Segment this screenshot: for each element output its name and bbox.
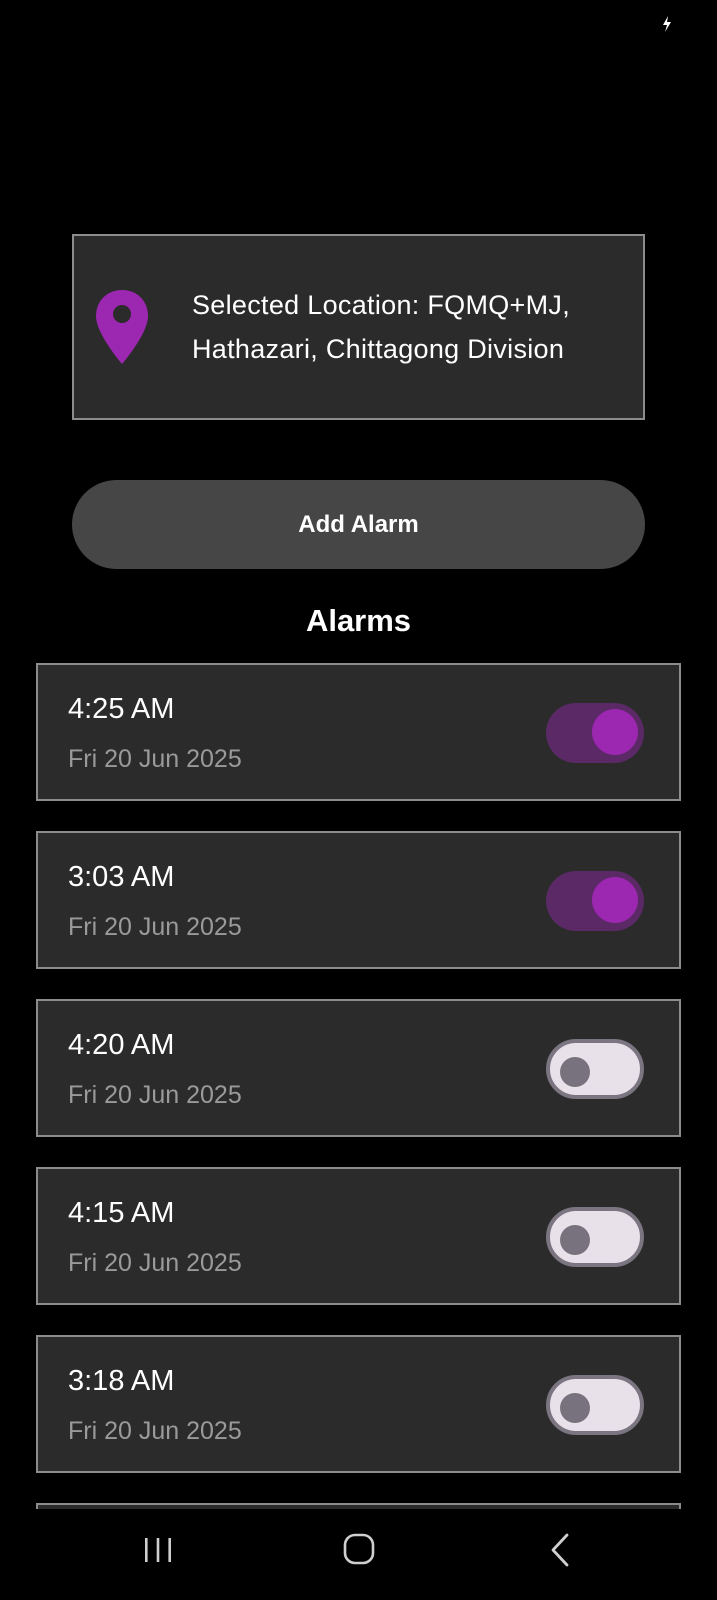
alarm-toggle[interactable]: [546, 1375, 644, 1435]
back-icon[interactable]: [548, 1532, 572, 1568]
alarms-heading: Alarms: [305, 603, 412, 638]
screen: Selected Location: FQMQ+MJ, Hathazari, C…: [0, 0, 717, 1600]
alarm-item[interactable]: 3:18 AM Fri 20 Jun 2025: [36, 1335, 681, 1473]
alarm-toggle[interactable]: [546, 703, 644, 763]
alarm-item[interactable]: 4:15 AM Fri 20 Jun 2025: [36, 1167, 681, 1305]
alarm-date: Fri 20 Jun 2025: [68, 913, 242, 941]
alarm-date: Fri 20 Jun 2025: [68, 1081, 242, 1109]
selected-location-text: Selected Location: FQMQ+MJ, Hathazari, C…: [192, 290, 571, 364]
toggle-knob: [560, 1393, 590, 1423]
alarm-list[interactable]: 4:25 AM Fri 20 Jun 2025 3:03 AM Fri 20 J…: [36, 663, 681, 1509]
home-icon[interactable]: [343, 1533, 375, 1565]
alarm-toggle[interactable]: [546, 1039, 644, 1099]
alarm-item[interactable]: 3:03 AM Fri 20 Jun 2025: [36, 831, 681, 969]
charging-icon: [663, 16, 671, 32]
toggle-knob: [560, 1057, 590, 1087]
alarm-time: 4:20 AM: [68, 1029, 175, 1061]
toggle-knob: [560, 1225, 590, 1255]
alarm-time: 4:25 AM: [68, 693, 175, 725]
status-bar: [0, 0, 717, 50]
alarm-time: 4:15 AM: [68, 1197, 175, 1229]
location-card: Selected Location: FQMQ+MJ, Hathazari, C…: [72, 234, 645, 420]
alarm-time: 3:03 AM: [68, 861, 175, 893]
location-pin-icon: [96, 290, 148, 364]
alarm-toggle[interactable]: [546, 1207, 644, 1267]
alarm-time: 3:18 AM: [68, 1365, 175, 1397]
alarm-item-partial[interactable]: [36, 1503, 681, 1509]
navigation-bar: [0, 1510, 717, 1600]
recents-icon[interactable]: [143, 1535, 173, 1565]
alarm-date: Fri 20 Jun 2025: [68, 1417, 242, 1445]
alarm-item[interactable]: 4:25 AM Fri 20 Jun 2025: [36, 663, 681, 801]
alarm-date: Fri 20 Jun 2025: [68, 1249, 242, 1277]
alarm-item[interactable]: 4:20 AM Fri 20 Jun 2025: [36, 999, 681, 1137]
toggle-knob: [592, 877, 638, 923]
alarm-date: Fri 20 Jun 2025: [68, 745, 242, 773]
alarm-toggle[interactable]: [546, 871, 644, 931]
add-alarm-button[interactable]: Add Alarm: [72, 480, 645, 569]
toggle-knob: [592, 709, 638, 755]
